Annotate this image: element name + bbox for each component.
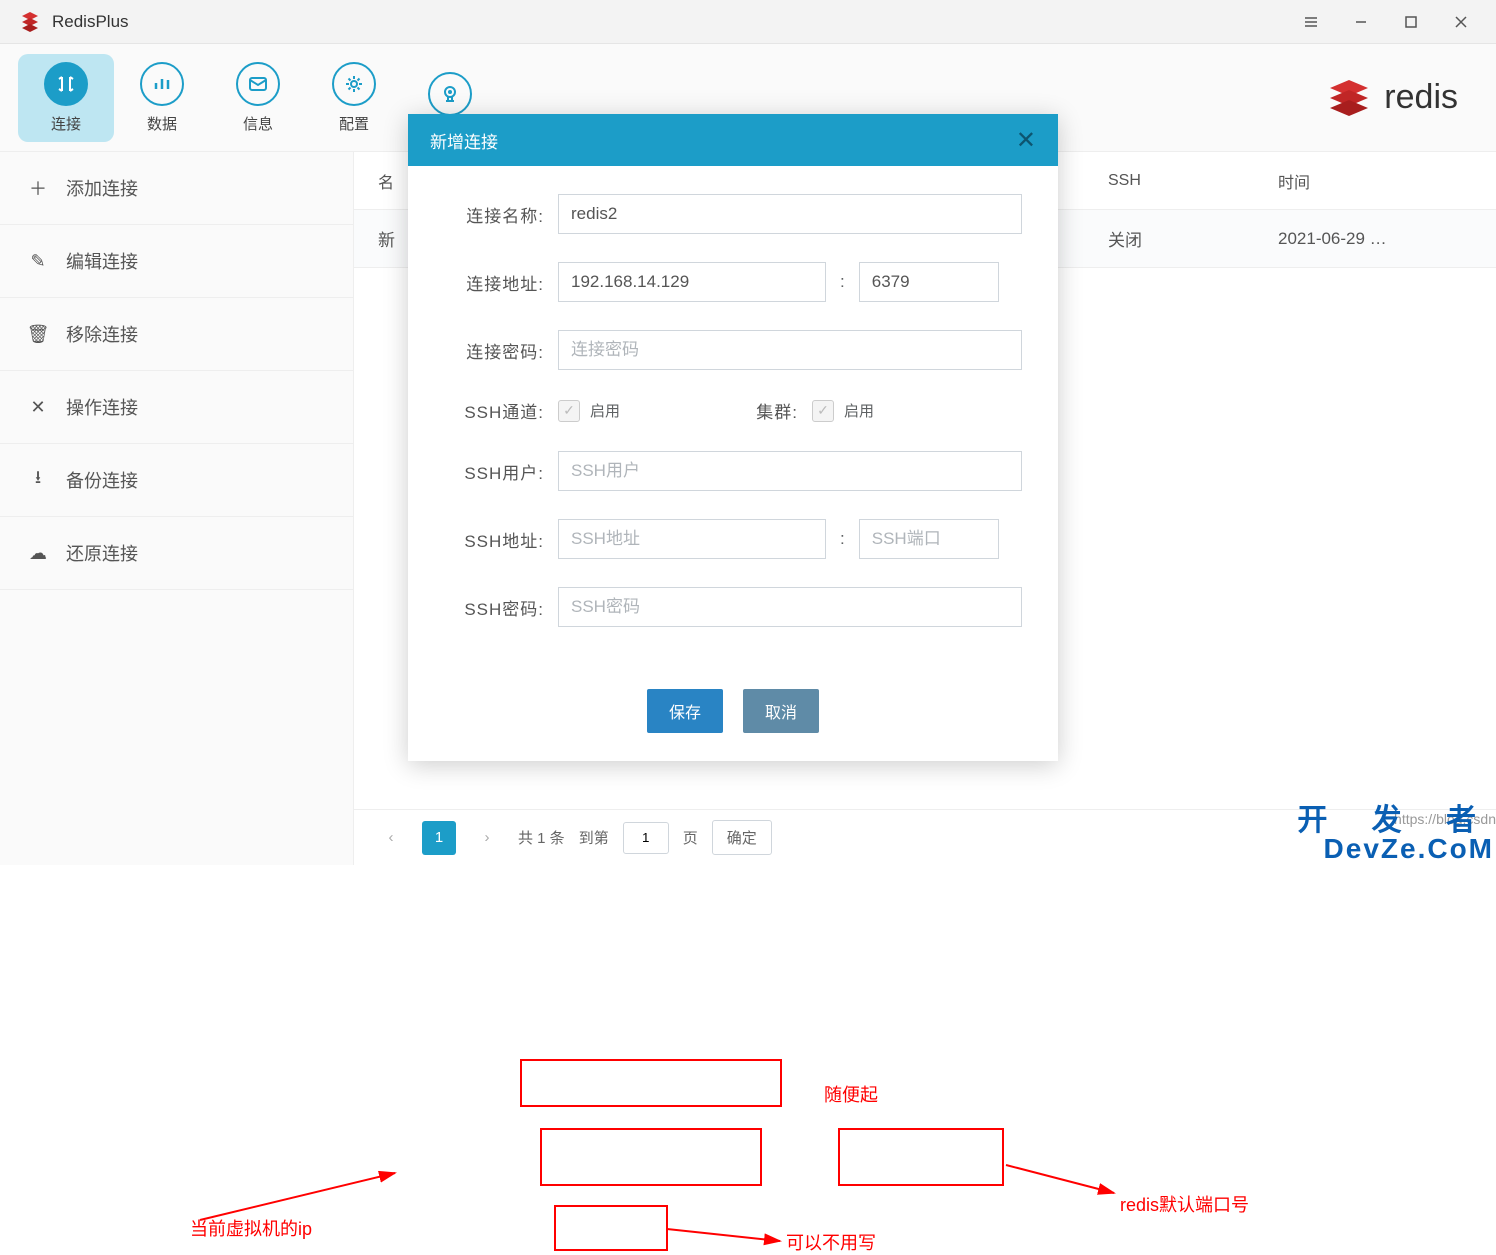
- sidebar-item-backup[interactable]: ⭳ 备份连接: [0, 444, 353, 517]
- maximize-button[interactable]: [1400, 11, 1422, 33]
- ssh-addr-input[interactable]: [558, 519, 826, 559]
- annotation-password-hint: 可以不用写: [786, 1229, 876, 1255]
- trash-icon: 🗑: [28, 324, 48, 345]
- cluster-enable-label: 启用: [844, 400, 874, 421]
- minimize-button[interactable]: [1350, 11, 1372, 33]
- toolbar-item-config[interactable]: 配置: [306, 54, 402, 142]
- connection-addr-input[interactable]: [558, 262, 826, 302]
- ssh-tunnel-checkbox[interactable]: ✓: [558, 400, 580, 422]
- connection-password-input[interactable]: [558, 330, 1022, 370]
- connection-name-input[interactable]: [558, 194, 1022, 234]
- sidebar-item-restore[interactable]: ☁ 还原连接: [0, 517, 353, 590]
- sidebar-item-label: 移除连接: [66, 321, 138, 347]
- addr-port-separator: :: [840, 272, 845, 292]
- cell-time: 2021-06-29 …: [1278, 229, 1472, 249]
- plus-icon: ＋: [28, 175, 48, 201]
- save-button[interactable]: 保存: [647, 689, 723, 733]
- ssh-addr-port-separator: :: [840, 529, 845, 549]
- column-header-ssh: SSH: [1108, 172, 1278, 190]
- page-confirm-button[interactable]: 确定: [712, 820, 772, 855]
- next-page-button[interactable]: ›: [470, 821, 504, 855]
- close-button[interactable]: [1450, 11, 1472, 33]
- dialog-header: 新增连接 ✕: [408, 114, 1058, 166]
- toolbar-item-info[interactable]: 信息: [210, 54, 306, 142]
- cancel-button[interactable]: 取消: [743, 689, 819, 733]
- label-ssh-addr: SSH地址:: [444, 527, 544, 552]
- dialog-title: 新增连接: [430, 128, 498, 153]
- label-ssh-user: SSH用户:: [444, 459, 544, 484]
- toolbar-item-data[interactable]: 数据: [114, 54, 210, 142]
- pagination-total: 共 1 条: [518, 827, 565, 848]
- data-icon: [140, 62, 184, 106]
- sidebar-item-label: 添加连接: [66, 175, 138, 201]
- ssh-enable-label: 启用: [590, 400, 620, 421]
- label-ssh-tunnel: SSH通道:: [444, 398, 544, 423]
- ssh-port-input[interactable]: [859, 519, 999, 559]
- annotation-name-hint: 随便起: [824, 1081, 878, 1107]
- sidebar-item-label: 还原连接: [66, 540, 138, 566]
- sidebar-item-edit[interactable]: ✎ 编辑连接: [0, 225, 353, 298]
- info-icon: [236, 62, 280, 106]
- connection-icon: [44, 62, 88, 106]
- cluster-checkbox[interactable]: ✓: [812, 400, 834, 422]
- pagination-goto-label: 到第: [579, 827, 609, 848]
- page-input[interactable]: [623, 822, 669, 854]
- app-title: RedisPlus: [52, 12, 1300, 32]
- new-connection-dialog: 新增连接 ✕ 连接名称: 连接地址: : 连接密码: SSH通道: ✓ 启用 集…: [408, 114, 1058, 761]
- ssh-user-input[interactable]: [558, 451, 1022, 491]
- prev-page-button[interactable]: ‹: [374, 821, 408, 855]
- annotation-ip: 当前虚拟机的ip: [190, 1215, 312, 1241]
- menu-button[interactable]: [1300, 11, 1322, 33]
- titlebar: RedisPlus: [0, 0, 1496, 44]
- label-cluster: 集群:: [738, 398, 798, 423]
- sidebar-item-label: 编辑连接: [66, 248, 138, 274]
- pencil-icon: ✎: [28, 251, 48, 272]
- label-ssh-password: SSH密码:: [444, 595, 544, 620]
- sidebar-item-label: 备份连接: [66, 467, 138, 493]
- sidebar-item-remove[interactable]: 🗑 移除连接: [0, 298, 353, 371]
- toolbar-item-connection[interactable]: 连接: [18, 54, 114, 142]
- view-icon: [428, 72, 472, 116]
- page-number-button[interactable]: 1: [422, 821, 456, 855]
- annotation-port-hint: redis默认端口号: [1120, 1191, 1249, 1217]
- column-header-time: 时间: [1278, 169, 1472, 193]
- sidebar-item-add[interactable]: ＋ 添加连接: [0, 152, 353, 225]
- download-icon: ⭳: [28, 465, 48, 495]
- label-connection-password: 连接密码:: [444, 338, 544, 363]
- redis-logo: redis: [1324, 76, 1478, 120]
- sidebar: ＋ 添加连接 ✎ 编辑连接 🗑 移除连接 ✕ 操作连接 ⭳ 备份连接 ☁ 还原连…: [0, 152, 354, 865]
- sidebar-item-operate[interactable]: ✕ 操作连接: [0, 371, 353, 444]
- cell-ssh: 关闭: [1108, 226, 1278, 251]
- connection-port-input[interactable]: [859, 262, 999, 302]
- config-icon: [332, 62, 376, 106]
- app-logo-icon: [18, 10, 42, 34]
- label-connection-addr: 连接地址:: [444, 270, 544, 295]
- upload-icon: ☁: [28, 543, 48, 564]
- pagination-page-suffix: 页: [683, 827, 698, 848]
- tools-icon: ✕: [28, 397, 48, 418]
- watermark-brand2: DevZe.CoM: [1297, 833, 1494, 865]
- label-connection-name: 连接名称:: [444, 202, 544, 227]
- sidebar-item-label: 操作连接: [66, 394, 138, 420]
- ssh-password-input[interactable]: [558, 587, 1022, 627]
- dialog-close-button[interactable]: ✕: [1016, 126, 1036, 155]
